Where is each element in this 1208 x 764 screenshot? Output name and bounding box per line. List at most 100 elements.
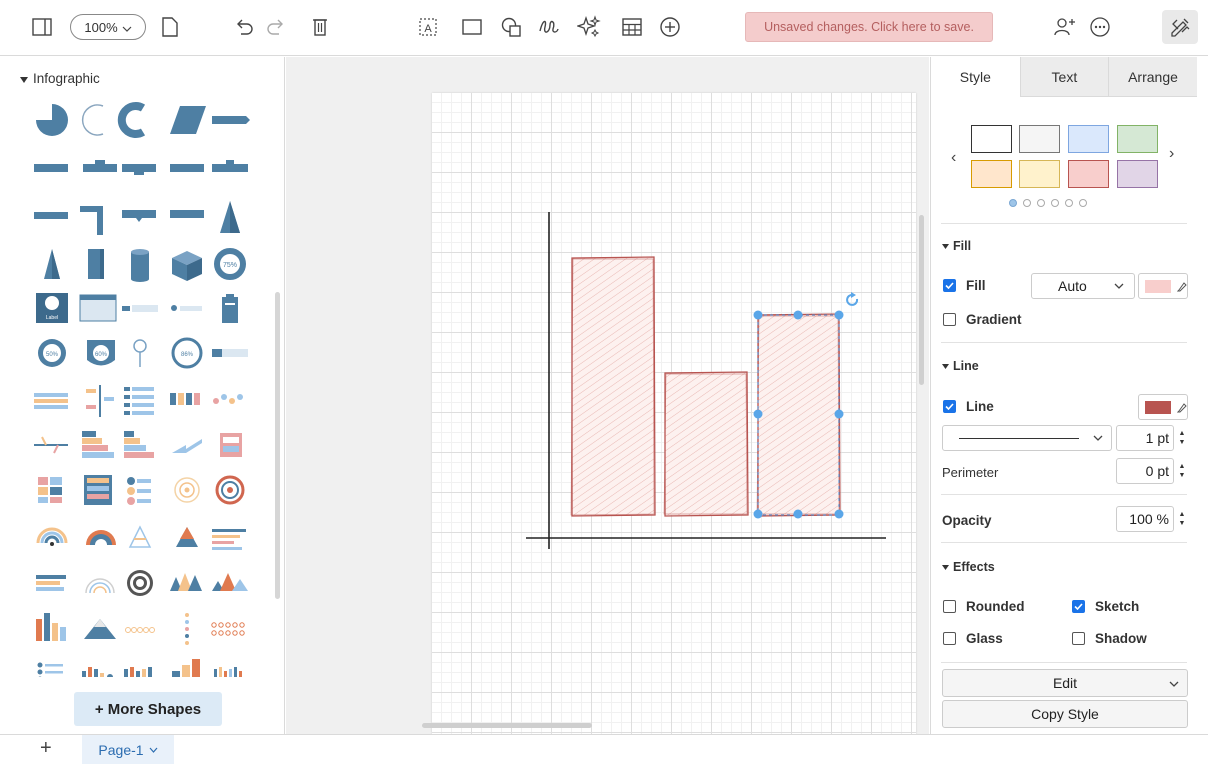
shape-arrows-steps[interactable]: [172, 439, 202, 453]
shape-pyramid[interactable]: [44, 249, 60, 279]
line-checkbox[interactable]: [943, 400, 956, 413]
shape-cube[interactable]: [172, 251, 202, 281]
fill-section-title[interactable]: Fill: [942, 239, 971, 253]
rotate-handle-icon[interactable]: [846, 292, 859, 306]
shapes-icon[interactable]: [497, 12, 525, 42]
shape-mountains-2[interactable]: [212, 573, 248, 591]
shape-dot-grid[interactable]: [211, 622, 245, 636]
glass-checkbox[interactable]: [943, 632, 956, 645]
canvas-horizontal-scrollbar[interactable]: [422, 723, 592, 728]
canvas-area[interactable]: [286, 57, 929, 734]
style-swatch[interactable]: [1068, 160, 1109, 188]
delete-icon[interactable]: [306, 12, 334, 42]
line-pattern-select[interactable]: [942, 425, 1112, 451]
format-panel-icon[interactable]: [1162, 10, 1198, 44]
shape-dot-column[interactable]: [185, 613, 189, 645]
swatch-page-dot[interactable]: [1065, 199, 1073, 207]
shape-banner-2[interactable]: [34, 164, 68, 172]
sparkle-icon[interactable]: [574, 12, 604, 42]
swatch-next-icon[interactable]: ›: [1169, 145, 1174, 163]
shape-step-bars[interactable]: [170, 393, 200, 405]
shape-block-grid-2[interactable]: [84, 475, 112, 505]
sidebar-scrollbar[interactable]: [275, 292, 280, 599]
shape-bar-icons[interactable]: [124, 667, 152, 677]
shape-arc-thin[interactable]: [81, 104, 104, 136]
style-swatch[interactable]: [1019, 125, 1060, 153]
page-tab[interactable]: Page-1: [82, 735, 174, 764]
library-header[interactable]: Infographic: [20, 71, 100, 86]
shape-hex-list[interactable]: [127, 477, 151, 505]
bar-2[interactable]: [663, 371, 749, 517]
more-shapes-button[interactable]: + More Shapes: [74, 692, 222, 726]
swatch-page-dot[interactable]: [1079, 199, 1087, 207]
swatch-prev-icon[interactable]: ‹: [951, 149, 956, 167]
shape-list-icons[interactable]: [37, 662, 64, 678]
shape-arc-thick[interactable]: [117, 102, 146, 138]
shape-badge-label[interactable]: Label: [36, 293, 68, 323]
shape-people-bars[interactable]: [82, 667, 113, 677]
shape-dot-chain[interactable]: [213, 394, 243, 404]
swatch-page-dot[interactable]: [1023, 199, 1031, 207]
undo-icon[interactable]: [230, 12, 258, 42]
shape-card[interactable]: [79, 294, 117, 322]
redo-icon[interactable]: [262, 12, 290, 42]
shape-dot-row[interactable]: [125, 627, 155, 633]
shape-elbow[interactable]: [80, 206, 103, 235]
shape-fishbone[interactable]: [34, 436, 68, 454]
shape-stacked-steps[interactable]: [82, 431, 114, 458]
shape-thin-bars[interactable]: [214, 667, 242, 677]
swatch-page-dot[interactable]: [1037, 199, 1045, 207]
more-icon[interactable]: [1086, 12, 1114, 42]
shape-banner-5[interactable]: [170, 164, 204, 172]
shape-pie-partial[interactable]: [36, 104, 68, 136]
insert-icon[interactable]: [656, 12, 684, 42]
shape-banner-6[interactable]: [212, 160, 248, 172]
shape-mountains[interactable]: [170, 573, 202, 591]
shape-stacked-steps-2[interactable]: [124, 431, 154, 458]
style-swatch[interactable]: [1019, 160, 1060, 188]
shape-triangle-stack[interactable]: [128, 525, 152, 548]
style-swatch[interactable]: [1117, 125, 1158, 153]
shape-shield-60[interactable]: 60%: [87, 340, 115, 366]
perimeter-stepper[interactable]: ▲ ▼: [1177, 459, 1187, 483]
shape-timeline-2[interactable]: [86, 385, 114, 417]
shadow-checkbox[interactable]: [1072, 632, 1085, 645]
shape-cone[interactable]: [220, 201, 240, 233]
shape-tab-mid[interactable]: [122, 210, 156, 222]
shape-prism[interactable]: [88, 249, 104, 279]
shape-tag[interactable]: [212, 349, 248, 357]
format-panel-scrollbar[interactable]: [1197, 57, 1208, 734]
shape-pin-row[interactable]: [171, 305, 202, 311]
fill-color-picker[interactable]: [1138, 273, 1188, 299]
shape-parallelogram[interactable]: [170, 106, 206, 134]
add-page-button[interactable]: +: [40, 737, 52, 760]
edit-menu-button[interactable]: Edit: [942, 669, 1188, 697]
table-icon[interactable]: [618, 12, 646, 42]
swatch-page-dot[interactable]: [1009, 199, 1017, 207]
shape-3d-bars[interactable]: [172, 659, 200, 677]
fill-checkbox[interactable]: [943, 279, 956, 292]
shape-ring-86[interactable]: 86%: [171, 337, 203, 369]
style-swatch[interactable]: [1117, 160, 1158, 188]
tab-style[interactable]: Style: [931, 57, 1020, 97]
line-section-title[interactable]: Line: [942, 359, 979, 373]
shape-block-grid-1[interactable]: [38, 477, 62, 503]
shape-bars-h[interactable]: [36, 575, 66, 591]
share-icon[interactable]: [1050, 12, 1080, 42]
shape-list-bullets[interactable]: [124, 387, 154, 415]
canvas-vertical-scrollbar[interactable]: [919, 215, 924, 385]
shape-tab-left[interactable]: [34, 212, 68, 219]
swatch-page-dot[interactable]: [1051, 199, 1059, 207]
style-swatch[interactable]: [1068, 125, 1109, 153]
shape-list-row[interactable]: [122, 305, 158, 312]
shape-rainbow[interactable]: [85, 578, 115, 594]
zoom-select[interactable]: 100%: [70, 14, 146, 40]
shape-bar-list[interactable]: [212, 529, 246, 550]
line-width-input[interactable]: 1 pt: [1116, 425, 1174, 451]
bar-1[interactable]: [570, 256, 656, 517]
freehand-icon[interactable]: [535, 12, 563, 42]
rounded-checkbox[interactable]: [943, 600, 956, 613]
style-swatch[interactable]: [971, 125, 1012, 153]
text-icon[interactable]: A: [414, 12, 442, 42]
shape-wifi-arcs[interactable]: [36, 527, 68, 546]
